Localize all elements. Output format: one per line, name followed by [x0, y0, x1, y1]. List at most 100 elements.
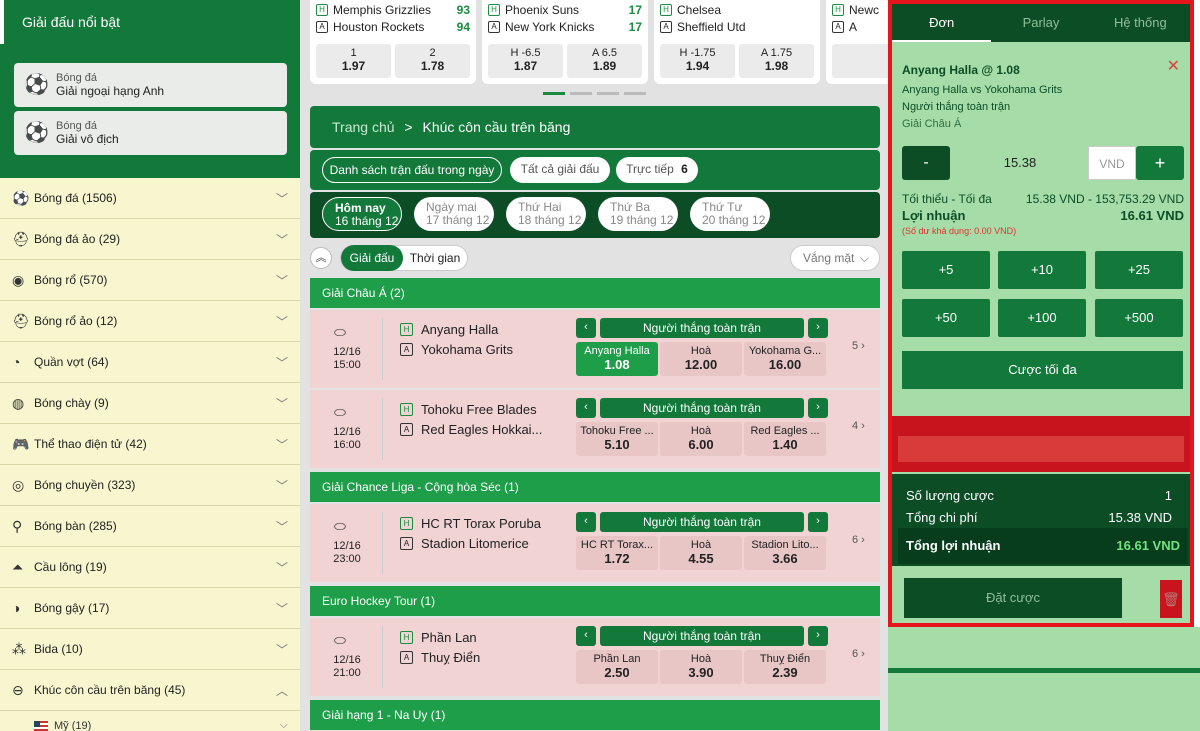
match-team[interactable]: H Anyang Halla	[400, 322, 498, 337]
match-team[interactable]: A Red Eagles Hokkai...	[400, 422, 542, 437]
pager-dot[interactable]	[543, 92, 565, 95]
day-date: 20 tháng 12	[702, 213, 766, 227]
quick-stake-50-button[interactable]: +50	[902, 299, 990, 337]
quick-stake-5-button[interactable]: +5	[902, 251, 990, 289]
match-team[interactable]: H Tohoku Free Blades	[400, 402, 537, 417]
day-tab[interactable]: Thứ Hai 18 tháng 12	[506, 197, 586, 231]
odds-value: 1.78	[420, 59, 445, 73]
market-next-button[interactable]: ›	[808, 512, 828, 532]
odds-button[interactable]: Thuỵ Điển 2.39	[744, 650, 826, 684]
group-by-league-button[interactable]: Giải đấu	[341, 245, 403, 271]
day-tab[interactable]: Thứ Tư 20 tháng 12	[690, 197, 770, 231]
odds-button[interactable]: Hoà 4.55	[660, 536, 742, 570]
highlight-odds-button[interactable]: H -01.9(	[832, 44, 890, 78]
sidebar-item-sport[interactable]: ◉ Bóng rổ (570) ﹀	[0, 260, 300, 301]
tab-single[interactable]: Đơn	[892, 4, 992, 42]
sidebar-item-sport[interactable]: ⏶ Cầu lông (19) ﹀	[0, 547, 300, 588]
quick-stake-25-button[interactable]: +25	[1095, 251, 1183, 289]
odds-label: H -1.75	[679, 47, 716, 59]
live-filter-button[interactable]: Trực tiếp 6	[616, 157, 698, 183]
more-markets-link[interactable]: 6 ›	[852, 648, 865, 660]
odds-button[interactable]: Hoà 3.90	[660, 650, 742, 684]
highlight-odds-button[interactable]: H -1.75 1.94	[660, 44, 735, 78]
highlight-odds-button[interactable]: H -6.5 1.87	[488, 44, 563, 78]
highlight-odds-button[interactable]: A 6.5 1.89	[567, 44, 642, 78]
place-bet-button[interactable]: Đặt cược	[904, 578, 1122, 618]
sidebar-item-sport[interactable]: ⛑ Bóng đá ảo (29) ﹀	[0, 219, 300, 260]
featured-league-premier-league[interactable]: ⚽ Bóng đá Giải ngoại hạng Anh	[14, 63, 287, 107]
clear-betslip-button[interactable]: 🗑	[1160, 580, 1182, 618]
quick-stake-500-button[interactable]: +500	[1095, 299, 1183, 337]
day-tab[interactable]: Ngày mai 17 tháng 12	[414, 197, 494, 231]
max-bet-button[interactable]: Cược tối đa	[902, 351, 1183, 389]
collapse-all-button[interactable]: ︽	[310, 247, 332, 269]
highlight-odds-button[interactable]: 2 1.78	[395, 44, 470, 78]
stake-increase-button[interactable]: +	[1136, 146, 1184, 180]
highlight-match-card[interactable]: H Phoenix Suns 17 A New York Knicks 17 H -6.5 1…	[482, 0, 648, 84]
sidebar-item-sport[interactable]: ⚲ Bóng bàn (285) ﹀	[0, 506, 300, 547]
sidebar-item-sport[interactable]: ⊖ Khúc côn cầu trên băng (45) ︿	[0, 670, 300, 711]
sidebar-item-sport[interactable]: ◎ Bóng chuyền (323) ﹀	[0, 465, 300, 506]
stake-decrease-button[interactable]: -	[902, 146, 950, 180]
league-header[interactable]: Giải hạng 1 - Na Uy (1)	[310, 700, 880, 730]
sidebar-item-sport[interactable]: ⚽ Bóng đá (1506) ﹀	[0, 178, 300, 219]
breadcrumb-home[interactable]: Trang chủ	[332, 119, 395, 135]
day-tab[interactable]: Hôm nay 16 tháng 12	[322, 197, 402, 231]
market-prev-button[interactable]: ‹	[576, 318, 596, 338]
day-tab[interactable]: Thứ Ba 19 tháng 12	[598, 197, 678, 231]
market-prev-button[interactable]: ‹	[576, 398, 596, 418]
more-markets-link[interactable]: 5 ›	[852, 340, 865, 352]
sidebar-item-sport[interactable]: ◍ Bóng chày (9) ﹀	[0, 383, 300, 424]
odds-button[interactable]: Stadion Lito... 3.66	[744, 536, 826, 570]
odds-label: Anyang Halla	[584, 345, 650, 357]
all-leagues-filter-button[interactable]: Tất cả giải đấu	[510, 157, 610, 183]
odds-button[interactable]: Yokohama G... 16.00	[744, 342, 826, 376]
league-header[interactable]: Euro Hockey Tour (1)	[310, 586, 880, 616]
schedule-filter-button[interactable]: Danh sách trận đấu trong ngày	[322, 157, 502, 183]
sidebar-item-sport[interactable]: ◔ Quần vợt (64) ﹀	[0, 342, 300, 383]
stake-input[interactable]: 15.38	[958, 146, 1082, 180]
highlight-match-card[interactable]: H Chelsea A Sheffield Utd H -1.75 1.94 A 1.75 1…	[654, 0, 820, 84]
market-next-button[interactable]: ›	[808, 626, 828, 646]
pager-dot[interactable]	[570, 92, 592, 95]
match-team[interactable]: H Phần Lan	[400, 630, 477, 645]
remove-selection-button[interactable]: ✕	[1167, 56, 1180, 76]
quick-stake-100-button[interactable]: +100	[998, 299, 1086, 337]
sidebar-item-sport[interactable]: ⛑ Bóng rổ ảo (12) ﹀	[0, 301, 300, 342]
sidebar-item-sport[interactable]: 🎮 Thể thao điện tử (42) ﹀	[0, 424, 300, 465]
highlight-odds-button[interactable]: A 1.75 1.98	[739, 44, 814, 78]
absent-dropdown[interactable]: Vắng mặt ⌵	[790, 245, 880, 271]
quick-stake-10-button[interactable]: +10	[998, 251, 1086, 289]
market-prev-button[interactable]: ‹	[576, 512, 596, 532]
odds-button[interactable]: Anyang Halla 1.08	[576, 342, 658, 376]
odds-button[interactable]: Hoà 6.00	[660, 422, 742, 456]
sidebar-item-sport[interactable]: ◑ Bóng gậy (17) ﹀	[0, 588, 300, 629]
match-team[interactable]: A Stadion Litomerice	[400, 536, 529, 551]
odds-button[interactable]: Hoà 12.00	[660, 342, 742, 376]
odds-button[interactable]: Phần Lan 2.50	[576, 650, 658, 684]
odds-button[interactable]: HC RT Torax... 1.72	[576, 536, 658, 570]
featured-league-championship[interactable]: ⚽ Bóng đá Giải vô địch	[14, 111, 287, 155]
tab-parlay[interactable]: Parlay	[991, 4, 1090, 42]
sidebar-item-sport[interactable]: ⁂ Bida (10) ﹀	[0, 629, 300, 670]
pager-dot[interactable]	[624, 92, 646, 95]
match-team[interactable]: H HC RT Torax Poruba	[400, 516, 541, 531]
pager-dot[interactable]	[597, 92, 619, 95]
market-next-button[interactable]: ›	[808, 318, 828, 338]
more-markets-link[interactable]: 6 ›	[852, 534, 865, 546]
highlight-match-card[interactable]: H Memphis Grizzlies 93 A Houston Rockets 94 1 1…	[310, 0, 476, 84]
match-team[interactable]: A Thuỵ Điển	[400, 650, 480, 665]
match-team[interactable]: A Yokohama Grits	[400, 342, 513, 357]
market-next-button[interactable]: ›	[808, 398, 828, 418]
group-by-time-button[interactable]: Thời gian	[403, 245, 467, 271]
highlight-match-card[interactable]: H Newc AA H -01.9(	[826, 0, 890, 84]
tab-system[interactable]: Hệ thống	[1091, 4, 1190, 42]
more-markets-link[interactable]: 4 ›	[852, 420, 865, 432]
market-prev-button[interactable]: ‹	[576, 626, 596, 646]
odds-button[interactable]: Tohoku Free ... 5.10	[576, 422, 658, 456]
highlight-odds-button[interactable]: 1 1.97	[316, 44, 391, 78]
sidebar-subitem-usa[interactable]: Mỹ (19) ⌵	[0, 711, 300, 731]
league-header[interactable]: Giải Chance Liga - Cộng hòa Séc (1)	[310, 472, 880, 502]
league-header[interactable]: Giải Châu Á (2)	[310, 278, 880, 308]
odds-button[interactable]: Red Eagles ... 1.40	[744, 422, 826, 456]
